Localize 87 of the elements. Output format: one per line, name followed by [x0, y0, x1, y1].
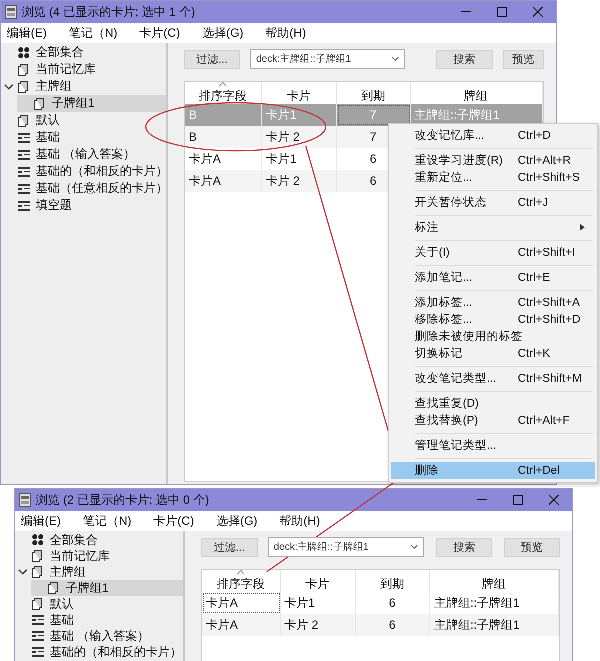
list-icon	[32, 646, 44, 658]
sidebar-item[interactable]: 当前记忆库	[1, 61, 166, 78]
menu-item[interactable]: 查找替换(P) Ctrl+Alt+F	[391, 412, 595, 429]
app-icon	[19, 493, 31, 507]
caret-icon	[392, 56, 400, 62]
deck-icon	[32, 550, 44, 562]
sidebar-item[interactable]: 全部集合	[1, 44, 166, 61]
chevron-icon[interactable]	[18, 567, 28, 577]
filter-button[interactable]: 过滤...	[201, 538, 258, 556]
sidebar-item[interactable]: 基础（任意相反的卡片）	[1, 180, 166, 197]
grid-icon	[18, 46, 30, 58]
menu-item[interactable]: 卡片(C)	[140, 24, 180, 42]
deck-icon	[32, 566, 44, 578]
sidebar-item[interactable]: 子牌组1	[31, 580, 183, 596]
sidebar-item[interactable]: 基础	[1, 129, 166, 146]
list-icon	[32, 630, 44, 642]
deck-icon	[18, 114, 30, 126]
sidebar-item[interactable]: 基础 （输入答案）	[15, 628, 183, 644]
menu-item[interactable]: 帮助(H)	[280, 512, 320, 530]
list-icon	[18, 148, 30, 160]
deck-icon	[18, 64, 30, 76]
close-icon	[549, 495, 559, 505]
menu-item[interactable]: 帮助(H)	[266, 24, 306, 42]
window-title: 浏览 (4 已显示的卡片; 选中 1 个)	[22, 4, 196, 20]
search-button[interactable]: 搜索	[436, 538, 492, 556]
list-icon	[18, 166, 30, 178]
table-cell: 卡片A	[185, 170, 262, 192]
search-combo[interactable]: deck:主牌组::子牌组1	[268, 537, 424, 557]
close-icon	[533, 7, 543, 17]
maximize-icon	[513, 495, 523, 505]
menu-item[interactable]: 移除标签... Ctrl+Shift+D	[391, 311, 595, 328]
table-cell: 主牌组::子牌组1	[430, 614, 559, 636]
list-icon	[32, 614, 44, 626]
table-cell: 卡片 2	[262, 170, 338, 192]
window-title: 浏览 (2 已显示的卡片; 选中 0 个)	[36, 492, 210, 508]
menu-item[interactable]: 切换标记 Ctrl+K	[391, 345, 595, 362]
menu-item[interactable]: 关于(I) Ctrl+Shift+I	[391, 244, 595, 261]
menu-item[interactable]: 卡片(C)	[154, 512, 194, 530]
sidebar-item[interactable]: 全部集合	[15, 532, 183, 548]
deck-icon	[32, 598, 44, 610]
menu-item[interactable]: 查找重复(D)	[391, 395, 595, 412]
menu-item[interactable]: 选择(G)	[216, 512, 258, 530]
menu-item[interactable]: 管理笔记类型...	[391, 437, 595, 454]
filter-button[interactable]: 过滤...	[184, 50, 240, 68]
deck-icon	[18, 80, 30, 92]
table-cell: 6	[356, 614, 430, 636]
search-button[interactable]: 搜索	[436, 50, 493, 68]
sidebar-item[interactable]: 基础的（和相反的卡片）	[1, 163, 166, 180]
sidebar-item[interactable]: 当前记忆库	[15, 548, 183, 564]
maximize-icon	[497, 7, 507, 17]
sidebar-item[interactable]: 默认	[1, 112, 166, 129]
caret-icon	[411, 544, 418, 550]
sidebar-item[interactable]: 填空题	[1, 197, 166, 214]
menu-item[interactable]: 添加笔记... Ctrl+E	[391, 269, 595, 286]
menu-item[interactable]: 添加标签... Ctrl+Shift+A	[391, 294, 595, 311]
app-icon	[5, 5, 17, 19]
table-cell: 卡片A	[202, 614, 281, 636]
menu-item[interactable]: 编辑(E)	[7, 24, 47, 42]
sidebar-item[interactable]: 默认	[15, 596, 183, 612]
sidebar-item[interactable]: 子牌组1	[17, 95, 166, 112]
sidebar-item[interactable]: 基础 （输入答案）	[1, 146, 166, 163]
menu-item[interactable]: 笔记（N)	[69, 24, 118, 42]
list-icon	[18, 200, 30, 212]
sidebar-item[interactable]: 基础	[15, 612, 183, 628]
table-cell: 卡片 2	[280, 614, 356, 636]
list-icon	[18, 132, 30, 144]
menu-item[interactable]: 删除 Ctrl+Del	[391, 462, 595, 479]
menu-item[interactable]: 开关暂停状态 Ctrl+J	[391, 194, 595, 211]
table-row[interactable]: 卡片A 卡片 2 6 主牌组::子牌组1	[202, 614, 559, 636]
table-row[interactable]: 卡片A 卡片1 6 主牌组::子牌组1	[202, 592, 559, 614]
sidebar-item[interactable]: 基础的（和相反的卡片）	[15, 644, 183, 660]
search-combo[interactable]: deck:主牌组::子牌组1	[250, 49, 406, 69]
sidebar-item[interactable]: 主牌组	[1, 78, 166, 95]
deck-icon	[34, 98, 46, 110]
menu-item[interactable]: 编辑(E)	[21, 512, 61, 530]
menu-item[interactable]: 删除未被使用的标签	[391, 328, 595, 345]
menu-item[interactable]: 改变笔记类型... Ctrl+Shift+M	[391, 370, 595, 387]
chevron-icon[interactable]	[4, 82, 14, 92]
preview-button[interactable]: 预览	[502, 50, 544, 68]
sidebar-item[interactable]: 主牌组	[15, 564, 183, 580]
deck-icon	[48, 582, 60, 594]
list-icon	[18, 182, 30, 194]
menu-item[interactable]: 选择(G)	[202, 24, 244, 42]
grid-icon	[32, 534, 44, 546]
menu-item[interactable]: 标注	[391, 219, 595, 236]
preview-button[interactable]: 预览	[504, 538, 560, 556]
menu-item[interactable]: 笔记（N)	[83, 512, 132, 530]
